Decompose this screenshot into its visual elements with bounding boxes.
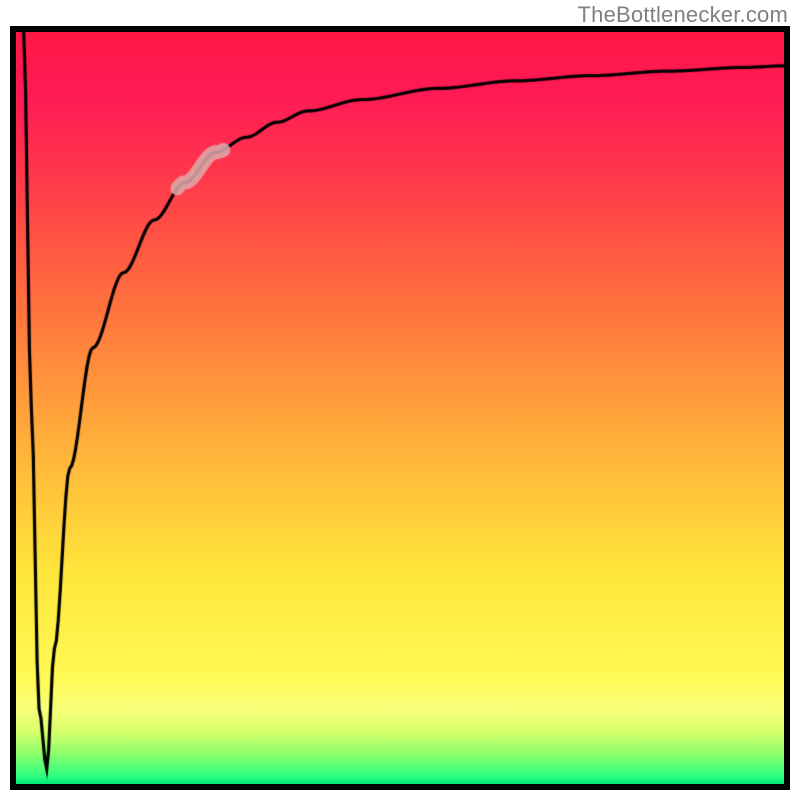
chart-wrapper: TheBottlenecker.com [0, 0, 800, 800]
plot-area [10, 26, 790, 790]
curve-canvas [16, 32, 784, 784]
attribution-label: TheBottlenecker.com [578, 2, 788, 28]
